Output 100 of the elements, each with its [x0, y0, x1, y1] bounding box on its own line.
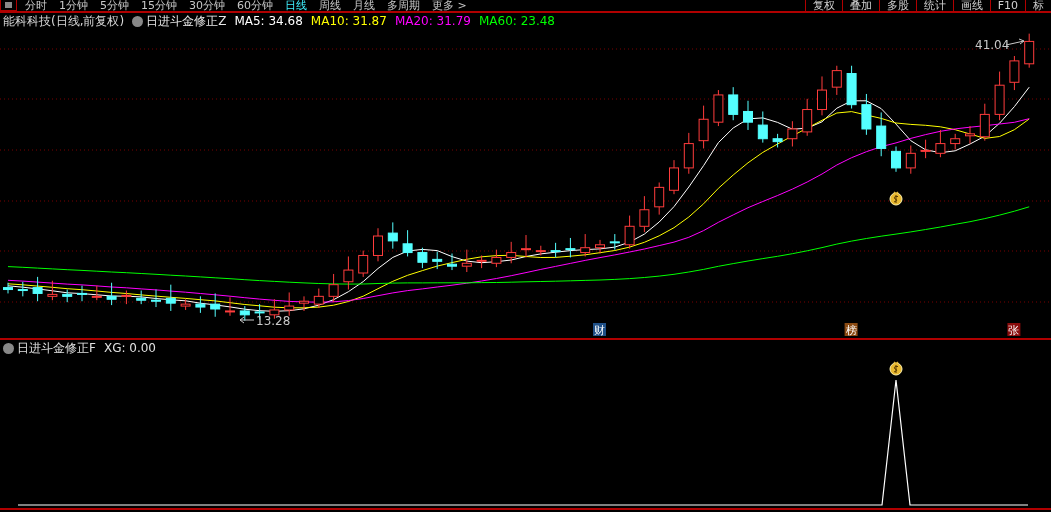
ma-reading: MA60: 23.48	[478, 14, 555, 28]
candlestick	[447, 253, 457, 271]
candlestick	[728, 86, 739, 121]
toolbar-button[interactable]: 叠加	[841, 0, 879, 11]
candlestick	[225, 296, 235, 317]
indicator-name: 日进斗金修正F	[17, 339, 96, 357]
indicator-name: 日进斗金修正Z	[146, 12, 227, 30]
candlestick	[639, 195, 650, 233]
candlestick	[373, 227, 383, 262]
candlestick	[965, 125, 975, 145]
toolbar-button[interactable]: 统计	[915, 0, 953, 11]
candlestick	[743, 100, 753, 131]
period-tab[interactable]: 60分钟	[237, 0, 273, 11]
candlestick	[669, 159, 679, 195]
candlestick	[891, 146, 901, 173]
candlestick	[77, 285, 87, 302]
candlestick	[920, 139, 931, 159]
event-badge[interactable]: 张	[1007, 323, 1021, 337]
candlestick	[698, 105, 709, 149]
high-price-label: 41.04	[975, 38, 1010, 52]
candlestick	[476, 255, 487, 269]
candlestick	[402, 229, 413, 257]
candlestick	[328, 273, 339, 303]
candlestick	[387, 221, 398, 250]
dropdown-icon[interactable]	[132, 15, 144, 27]
candlestick	[550, 242, 561, 258]
candlestick	[47, 280, 58, 301]
toolbar-button[interactable]: 多股	[878, 0, 916, 11]
ma-reading: MA20: 31.79	[394, 14, 471, 28]
candlestick	[905, 145, 916, 175]
dropdown-icon[interactable]	[3, 342, 14, 354]
candlestick	[299, 295, 309, 312]
candlestick	[358, 250, 369, 278]
candlestick	[506, 241, 517, 264]
candlestick	[432, 251, 443, 270]
arrow-icon	[239, 316, 255, 324]
candlestick	[165, 284, 176, 312]
indicator-reading: XG: 0.00	[103, 341, 156, 355]
candlestick	[461, 249, 472, 273]
candlestick	[32, 276, 43, 302]
ma-reading: MA5: 34.68	[234, 14, 303, 28]
candlestick	[994, 71, 1005, 121]
period-tab[interactable]: 5分钟	[100, 0, 129, 11]
candlestick	[831, 65, 842, 96]
toolbar-button[interactable]: 标	[1025, 0, 1051, 11]
candlestick	[521, 234, 531, 258]
panel-toggle-icon[interactable]	[0, 0, 17, 11]
candlestick	[106, 282, 117, 306]
candlestick	[1024, 33, 1035, 69]
toolbar-button[interactable]: F10	[989, 0, 1025, 11]
event-badge[interactable]: 财	[593, 323, 606, 337]
candlestick	[654, 182, 665, 216]
candlestick	[817, 75, 827, 116]
candlestick	[861, 93, 872, 136]
candlestick	[180, 298, 191, 311]
toolbar-button[interactable]: 复权	[804, 0, 842, 11]
ma-reading: MA10: 31.87	[310, 14, 387, 28]
period-tab[interactable]: 15分钟	[141, 0, 177, 11]
candlestick	[624, 215, 635, 250]
candlestick	[62, 289, 73, 303]
candlestick	[713, 89, 724, 127]
candlestick	[565, 237, 576, 258]
candlestick	[609, 233, 620, 251]
period-tab[interactable]: 分时	[25, 0, 47, 11]
candlestick	[195, 295, 206, 314]
candlestick	[210, 292, 221, 318]
candlestick	[91, 285, 102, 301]
period-tab[interactable]: 周线	[319, 0, 341, 11]
candlestick	[979, 103, 990, 142]
period-tab[interactable]: 1分钟	[59, 0, 88, 11]
money-bag-icon	[889, 361, 903, 376]
candlestick	[343, 255, 354, 291]
candlestick	[846, 65, 857, 110]
candlestick	[3, 282, 13, 294]
candlestick	[313, 288, 324, 309]
low-price-label: 13.28	[256, 314, 291, 328]
candlestick	[802, 98, 813, 137]
candlestick	[239, 305, 250, 322]
candlestick	[935, 129, 946, 158]
period-tab[interactable]: 多周期	[387, 0, 420, 11]
candlestick	[121, 290, 132, 305]
candlestick	[580, 233, 591, 257]
period-tab[interactable]: 更多 >	[432, 0, 467, 11]
candlestick	[535, 245, 546, 256]
toolbar-button[interactable]: 画线	[952, 0, 990, 11]
candlestick	[136, 290, 147, 305]
period-tab[interactable]: 月线	[353, 0, 375, 11]
candlestick	[17, 281, 28, 297]
money-bag-icon	[889, 191, 903, 206]
candlestick	[284, 291, 295, 317]
stock-title: 能科科技(日线,前复权)	[3, 12, 125, 30]
candlestick	[595, 239, 605, 255]
period-tab[interactable]: 日线	[285, 0, 307, 11]
period-tab[interactable]: 30分钟	[189, 0, 225, 11]
event-badge[interactable]: 榜	[844, 323, 858, 337]
candlestick	[151, 289, 161, 308]
candlestick	[950, 133, 961, 150]
candlestick	[787, 120, 798, 147]
candlestick	[683, 132, 694, 175]
candlestick	[417, 247, 428, 269]
